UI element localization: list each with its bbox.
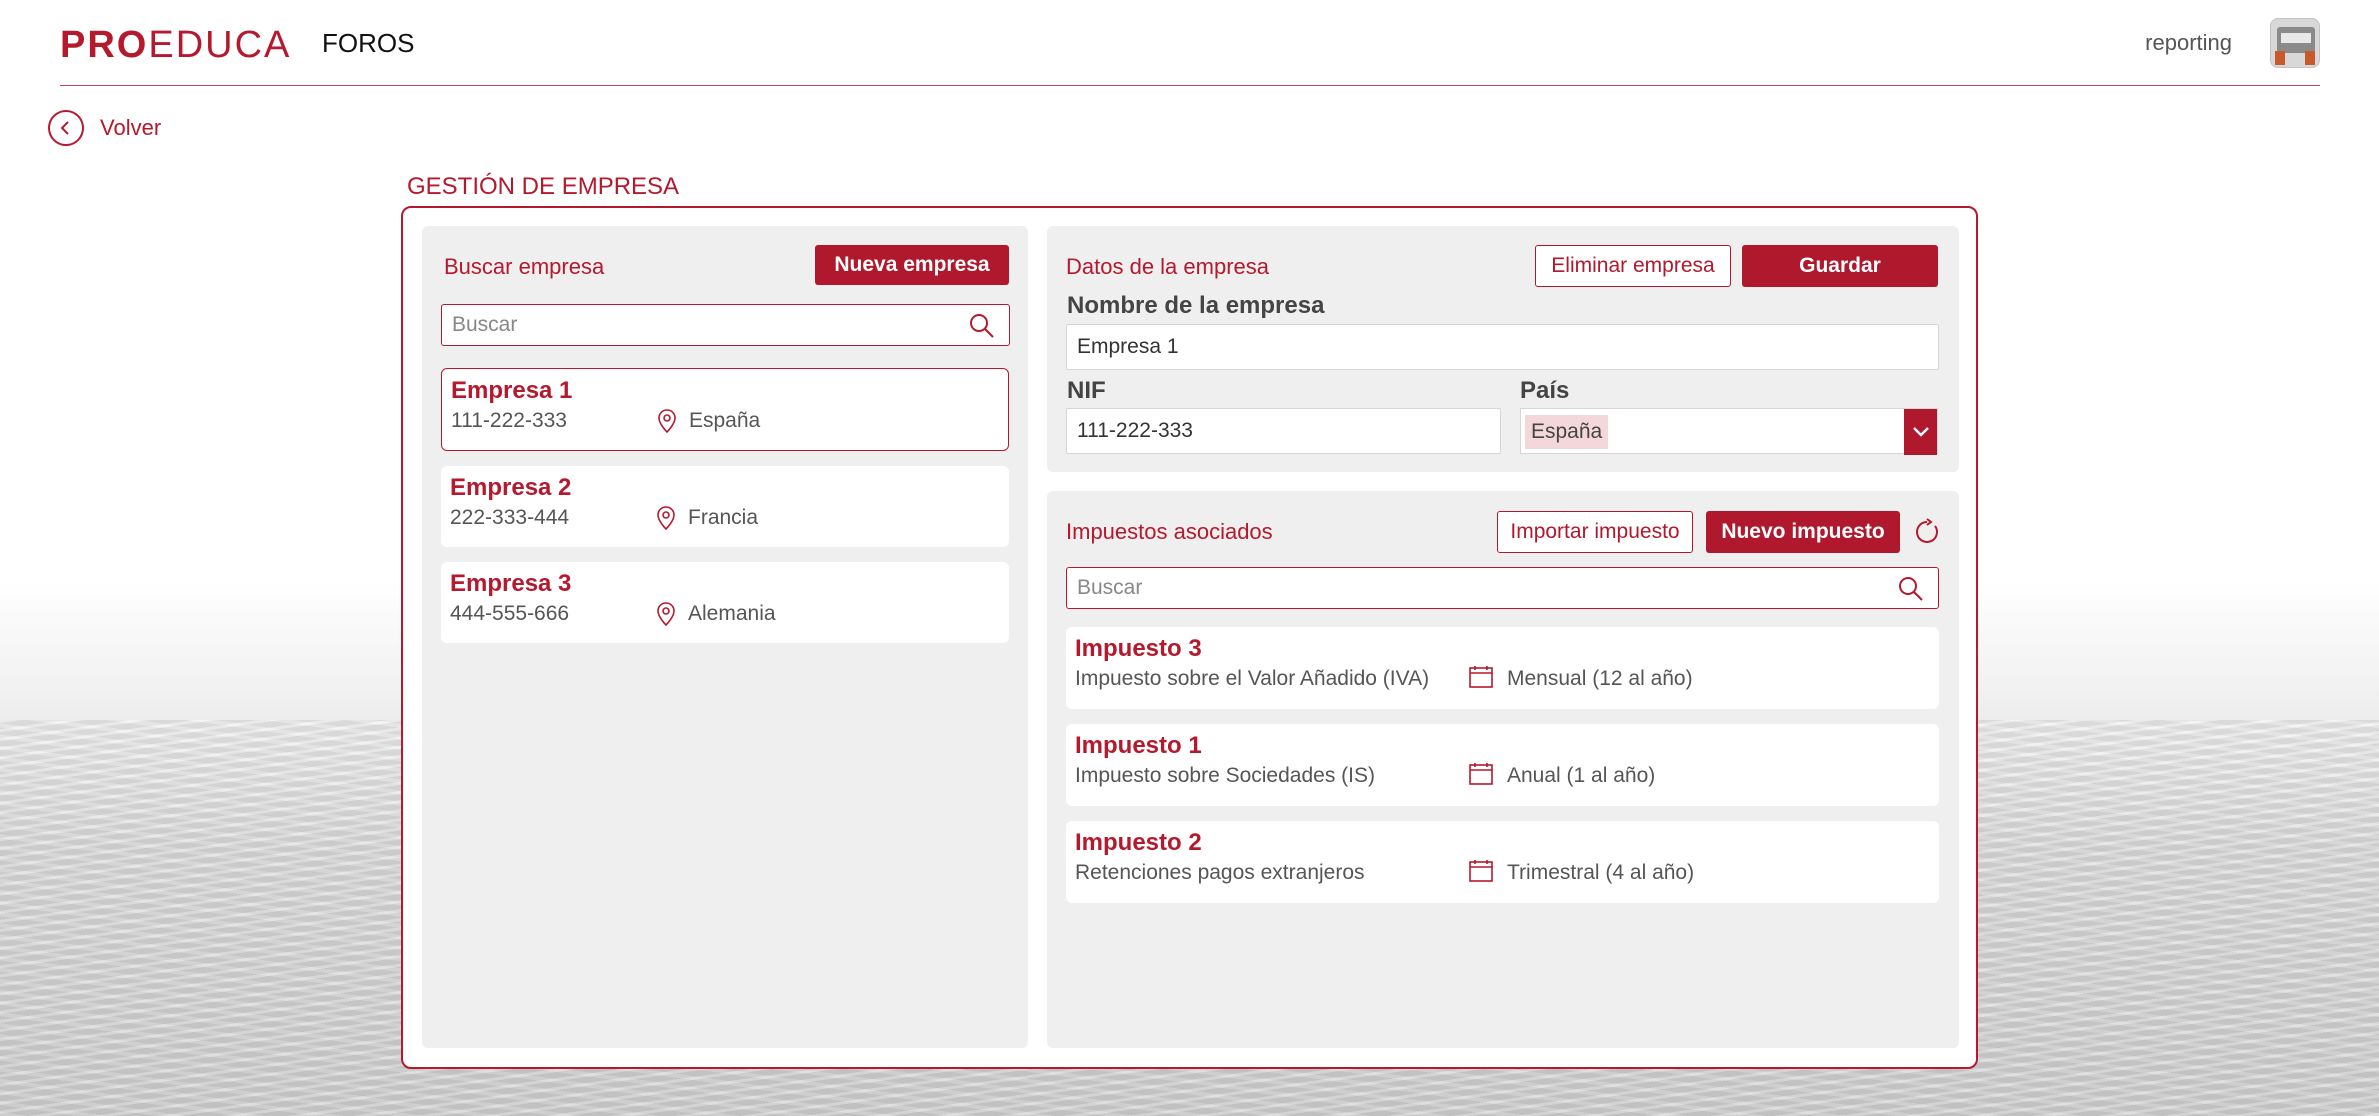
company-search-panel: Buscar empresa Nueva empresa Empresa 1 1… [422,226,1028,1048]
map-pin-icon [658,409,676,438]
user-name[interactable]: reporting [2145,30,2232,56]
company-nif: 222-333-444 [450,506,570,529]
nif-input[interactable] [1067,409,1500,453]
calendar-icon [1469,762,1493,791]
tax-card-1[interactable]: Impuesto 3 Impuesto sobre el Valor Añadi… [1066,627,1939,709]
tax-search-input[interactable] [1067,568,1834,608]
tax-name: Impuesto 1 [1075,732,1202,759]
company-search-box [441,304,1010,346]
top-header: PROEDUCA FOROS reporting [60,18,2320,86]
refresh-icon[interactable] [1913,518,1941,551]
tax-search-box [1066,567,1939,609]
import-tax-button[interactable]: Importar impuesto [1497,511,1693,553]
tax-name: Impuesto 2 [1075,829,1202,856]
tax-periodicity: Anual (1 al año) [1507,764,1656,787]
country-selected-value: España [1525,415,1609,449]
company-card-3[interactable]: Empresa 3 444-555-666 Alemania [441,562,1009,643]
avatar[interactable] [2270,18,2320,68]
company-data-panel: Datos de la empresa Eliminar empresa Gua… [1047,226,1959,472]
calendar-icon [1469,859,1493,888]
avatar-shape [2281,33,2311,43]
avatar-shape [2305,51,2315,65]
map-pin-icon [657,602,675,631]
chevron-down-icon[interactable] [1904,409,1937,455]
company-data-title: Datos de la empresa [1066,254,1269,279]
chevron-left-circle-icon[interactable] [48,110,84,146]
company-search-title: Buscar empresa [444,254,605,279]
page-title: GESTIÓN DE EMPRESA [407,173,680,200]
nif-field [1066,408,1501,454]
avatar-shape [2275,51,2285,65]
country-label: País [1520,377,1570,404]
tax-description: Impuesto sobre Sociedades (IS) [1075,764,1375,787]
new-tax-button[interactable]: Nuevo impuesto [1706,511,1900,553]
tax-description: Impuesto sobre el Valor Añadido (IVA) [1075,667,1430,690]
company-country: España [689,409,761,432]
search-icon[interactable] [1898,576,1924,607]
company-name-field [1066,324,1939,370]
company-name: Empresa 2 [450,474,572,501]
tax-name: Impuesto 3 [1075,635,1202,662]
company-card-2[interactable]: Empresa 2 222-333-444 Francia [441,466,1009,547]
tax-periodicity: Mensual (12 al año) [1507,667,1693,690]
company-nif: 444-555-666 [450,602,570,625]
taxes-title: Impuestos asociados [1066,519,1273,544]
company-name-label: Nombre de la empresa [1067,292,1325,319]
company-name-input[interactable] [1067,325,1938,369]
back-label[interactable]: Volver [100,115,161,141]
search-icon[interactable] [969,313,995,344]
map-pin-icon [657,506,675,535]
taxes-panel: Impuestos asociados Importar impuesto Nu… [1047,491,1959,1048]
new-company-button[interactable]: Nueva empresa [815,245,1009,285]
company-search-input[interactable] [442,305,941,345]
app-name: FOROS [322,28,415,58]
company-card-1[interactable]: Empresa 1 111-222-333 España [441,368,1009,451]
brand-logo[interactable]: PROEDUCA [60,24,291,67]
company-country: Francia [688,506,759,529]
calendar-icon [1469,665,1493,694]
company-name: Empresa 3 [450,570,572,597]
company-nif: 111-222-333 [451,409,567,432]
country-select[interactable]: España [1520,408,1938,455]
back-link[interactable]: Volver [48,108,161,148]
tax-card-3[interactable]: Impuesto 2 Retenciones pagos extranjeros… [1066,821,1939,903]
delete-company-button[interactable]: Eliminar empresa [1535,245,1731,287]
tax-card-2[interactable]: Impuesto 1 Impuesto sobre Sociedades (IS… [1066,724,1939,806]
tax-periodicity: Trimestral (4 al año) [1507,861,1695,884]
tax-description: Retenciones pagos extranjeros [1075,861,1365,884]
logo-light-text: EDUCA [148,24,292,66]
logo-bold-text: PRO [60,24,149,66]
nif-label: NIF [1067,377,1106,404]
company-name: Empresa 1 [451,377,573,404]
company-country: Alemania [688,602,776,625]
save-button[interactable]: Guardar [1742,245,1938,287]
